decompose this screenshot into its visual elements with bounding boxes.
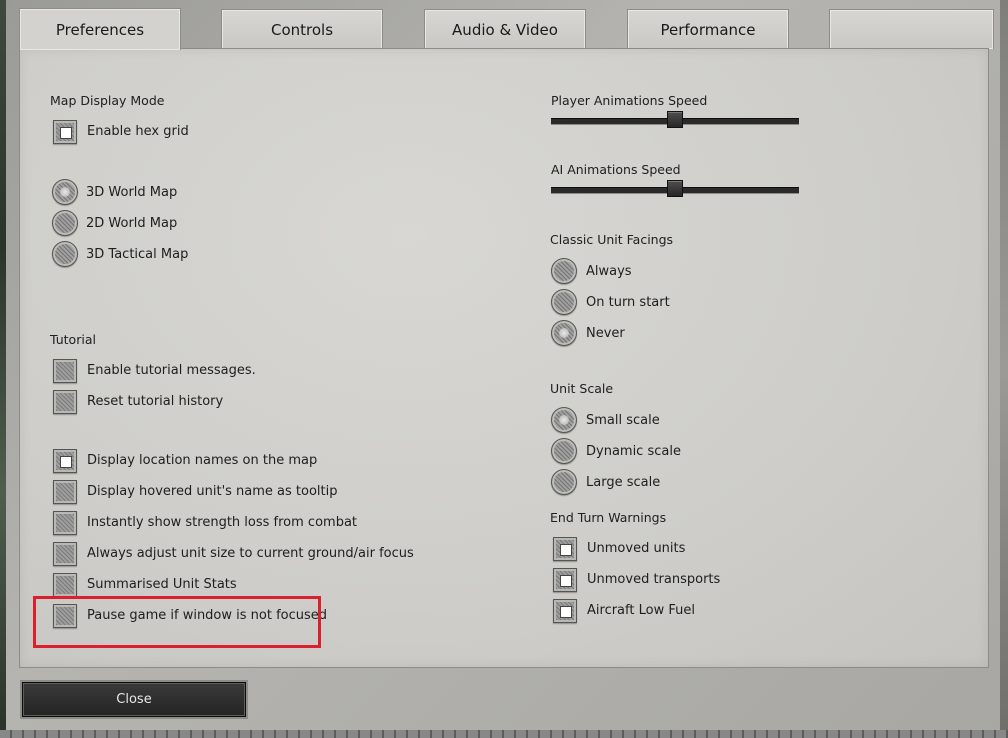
slider-thumb[interactable] [667, 180, 683, 197]
slider-thumb[interactable] [667, 111, 683, 128]
tab-empty[interactable] [829, 9, 994, 49]
ai-anim-slider[interactable] [551, 180, 801, 200]
tab-preferences[interactable]: Preferences [19, 8, 181, 50]
radio-facing-never[interactable] [551, 320, 577, 346]
radio-dynamic-scale[interactable] [551, 438, 577, 464]
hex-grid-checkbox[interactable] [53, 120, 77, 144]
unmoved-transports-checkbox[interactable] [553, 568, 577, 592]
radio-facing-turn-start[interactable] [551, 289, 577, 315]
unit-scale-title: Unit Scale [550, 381, 614, 396]
map-display-mode-title: Map Display Mode [50, 93, 165, 108]
radio-3d-world-map[interactable] [52, 179, 78, 205]
radio-large-scale[interactable] [551, 469, 577, 495]
label-2d-world-map: 2D World Map [86, 216, 178, 231]
strength-loss-checkbox[interactable] [53, 511, 77, 535]
strength-loss-label: Instantly show strength loss from combat [87, 515, 358, 530]
check-mark-icon [560, 575, 572, 587]
label-large-scale: Large scale [586, 475, 661, 490]
pause-unfocused-label: Pause game if window is not focused [87, 608, 328, 623]
check-mark-icon [60, 127, 72, 139]
adjust-unit-size-label: Always adjust unit size to current groun… [87, 546, 414, 561]
reset-tutorial-checkbox[interactable] [53, 390, 77, 414]
background-left-edge [0, 0, 6, 738]
label-facing-never: Never [586, 326, 625, 341]
player-anim-slider[interactable] [551, 111, 801, 131]
radio-selected-icon [559, 415, 569, 425]
hovered-name-label: Display hovered unit's name as tooltip [87, 484, 338, 499]
end-turn-title: End Turn Warnings [550, 510, 667, 525]
tutorial-title: Tutorial [50, 332, 96, 347]
radio-small-scale[interactable] [551, 407, 577, 433]
check-mark-icon [560, 606, 572, 618]
tab-controls[interactable]: Controls [221, 9, 383, 49]
unmoved-units-label: Unmoved units [587, 541, 686, 556]
check-mark-icon [560, 544, 572, 556]
radio-facing-always[interactable] [551, 258, 577, 284]
hovered-name-checkbox[interactable] [53, 480, 77, 504]
adjust-unit-size-checkbox[interactable] [53, 542, 77, 566]
background-bottom-edge [0, 730, 1008, 738]
label-facing-turn-start: On turn start [586, 295, 670, 310]
tab-audio-video[interactable]: Audio & Video [424, 9, 586, 49]
label-3d-world-map: 3D World Map [86, 185, 178, 200]
radio-selected-icon [60, 187, 70, 197]
radio-3d-tactical-map[interactable] [52, 241, 78, 267]
radio-selected-icon [559, 328, 569, 338]
pause-unfocused-checkbox[interactable] [53, 604, 77, 628]
summarised-stats-label: Summarised Unit Stats [87, 577, 237, 592]
player-anim-title: Player Animations Speed [551, 93, 708, 108]
facings-title: Classic Unit Facings [550, 232, 674, 247]
enable-tutorial-label: Enable tutorial messages. [87, 363, 256, 378]
aircraft-fuel-label: Aircraft Low Fuel [587, 603, 695, 618]
hex-grid-label: Enable hex grid [87, 124, 189, 139]
background-right-edge [1000, 0, 1008, 738]
ai-anim-title: AI Animations Speed [551, 162, 681, 177]
enable-tutorial-checkbox[interactable] [53, 359, 77, 383]
check-mark-icon [60, 456, 72, 468]
unmoved-units-checkbox[interactable] [553, 537, 577, 561]
unmoved-transports-label: Unmoved transports [587, 572, 721, 587]
tab-performance[interactable]: Performance [627, 9, 789, 49]
close-button[interactable]: Close [22, 682, 246, 717]
label-facing-always: Always [586, 264, 632, 279]
aircraft-fuel-checkbox[interactable] [553, 599, 577, 623]
location-names-checkbox[interactable] [53, 449, 77, 473]
radio-2d-world-map[interactable] [52, 210, 78, 236]
summarised-stats-checkbox[interactable] [53, 573, 77, 597]
label-3d-tactical-map: 3D Tactical Map [86, 247, 189, 262]
label-small-scale: Small scale [586, 413, 660, 428]
label-dynamic-scale: Dynamic scale [586, 444, 681, 459]
reset-tutorial-label: Reset tutorial history [87, 394, 224, 409]
location-names-label: Display location names on the map [87, 453, 318, 468]
preferences-panel [19, 48, 989, 668]
